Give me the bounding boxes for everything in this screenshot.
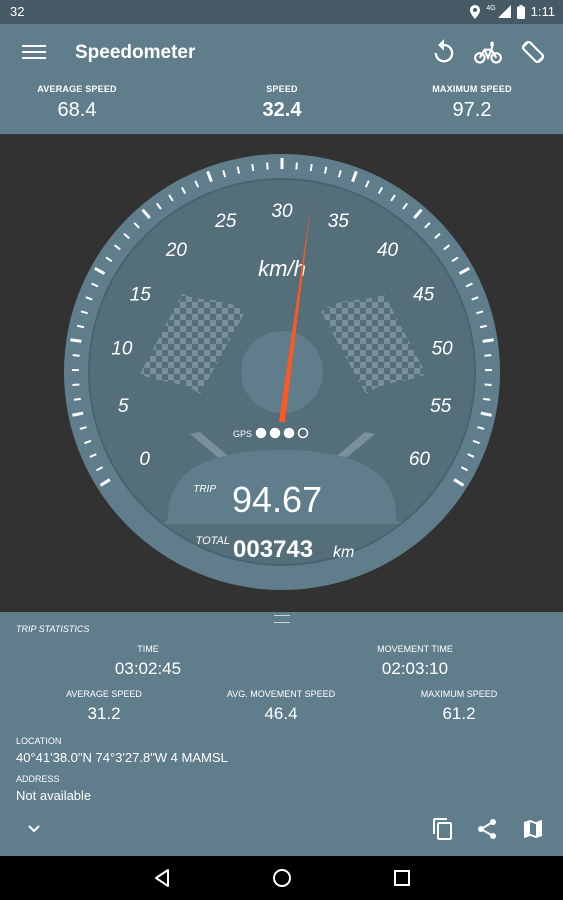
map-icon[interactable] [521,817,545,841]
gauge-label: 35 [328,211,350,232]
address-label: ADDRESS [16,774,60,784]
average-speed-label: AVERAGE SPEED [37,84,117,94]
gauge-tick [251,163,255,172]
speedometer-gauge: 0 5 10 15 20 25 30 35 40 45 50 55 60 km/h GPS TRIP 9… [0,134,563,612]
gauge-label: 60 [409,449,431,470]
recents-icon[interactable] [390,866,414,890]
gauge-svg: 0 5 10 15 20 25 30 35 40 45 50 55 60 km/h GPS TRIP 9… [64,154,500,590]
gauge-label: 55 [430,396,452,417]
gauge-label: 15 [130,284,152,305]
gauge-tick [70,338,82,343]
gauge-tick [309,163,313,172]
address-value: Not available [16,788,92,803]
drag-handle[interactable] [274,615,290,623]
collapse-icon[interactable] [22,817,46,841]
gauge-label: 25 [214,211,237,232]
battery-icon [516,4,525,19]
maximum-speed-value: 97.2 [452,99,492,121]
gauge-label: 45 [413,284,435,305]
app-bar: Speedometer AVERAGE SPEED 68.4 SPEED 32.… [0,24,563,134]
gauge-label: 20 [165,240,188,261]
gauge-hub [241,331,323,413]
maximum-speed-stat: MAXIMUM SPEED 97.2 [382,84,562,122]
trip-average-speed-stat: AVERAGE SPEED 31.2 [14,689,194,724]
share-icon[interactable] [475,817,499,841]
average-speed-stat: AVERAGE SPEED 68.4 [0,84,167,122]
movement-time-stat: MOVEMENT TIME 02:03:10 [325,644,505,679]
gauge-unit: km/h [258,256,306,281]
time-value: 03:02:45 [114,659,182,678]
bicycle-icon[interactable] [474,38,502,66]
menu-icon[interactable] [22,42,46,62]
location-icon [470,4,481,19]
trip-average-speed-label: AVERAGE SPEED [66,689,142,699]
gps-dot [283,427,295,439]
total-unit: km [333,544,354,561]
trip-maximum-speed-value: 61.2 [442,704,476,723]
trip-label: TRIP [193,484,216,495]
gauge-tick [484,354,492,357]
copy-icon[interactable] [431,817,455,841]
navigation-bar [0,856,563,900]
location-label: LOCATION [16,736,62,746]
time-stat: TIME 03:02:45 [58,644,238,679]
avg-movement-speed-stat: AVG. MOVEMENT SPEED 46.4 [191,689,371,724]
trip-statistics-panel: TRIP STATISTICS TIME 03:02:45 MOVEMENT T… [0,612,563,856]
trip-maximum-speed-stat: MAXIMUM SPEED 61.2 [369,689,549,724]
gauge-label: 40 [377,240,399,261]
gauge-tick [72,354,80,357]
maximum-speed-label: MAXIMUM SPEED [432,84,512,94]
gps-dot [255,427,267,439]
gauge-label: 30 [271,201,293,222]
gps-dot [269,427,281,439]
trip-maximum-speed-label: MAXIMUM SPEED [420,689,498,699]
time-label: TIME [137,644,159,654]
back-icon[interactable] [150,866,174,890]
trip-average-speed-value: 31.2 [87,704,121,723]
gauge-label: 0 [139,449,150,470]
status-bar: 32 4G 1:11 [0,0,563,24]
trip-value: 94.67 [232,479,322,520]
average-speed-value: 68.4 [57,99,97,121]
app-title: Speedometer [75,42,196,63]
total-label: TOTAL [196,535,230,547]
gauge-label: 5 [118,396,129,417]
status-time: 1:11 [530,4,555,19]
speed-label: SPEED [266,84,298,94]
location-value: 40°41'38.0"N 74°3'27.8"W 4 MAMSL [16,750,228,765]
avg-movement-speed-label: AVG. MOVEMENT SPEED [226,689,336,699]
gauge-label: 10 [111,339,133,360]
trip-statistics-title: TRIP STATISTICS [16,624,90,634]
status-left-text: 32 [10,4,25,19]
gauge-tick [483,397,491,401]
total-value: 003743 [233,536,313,563]
gauge-tick [482,338,494,343]
movement-time-value: 02:03:10 [381,659,449,678]
signal-icon [497,5,511,18]
speed-value: 32.4 [262,99,302,121]
speed-stat: SPEED 32.4 [192,84,372,122]
gauge-label: 50 [432,339,454,360]
rotate-screen-icon[interactable] [519,38,547,66]
avg-movement-speed-value: 46.4 [264,704,298,723]
gauge-tick [73,397,81,401]
reset-icon[interactable] [430,38,458,66]
movement-time-label: MOVEMENT TIME [377,644,453,654]
network-type-label: 4G [486,5,496,12]
home-icon[interactable] [270,866,294,890]
gps-label: GPS [233,429,252,439]
